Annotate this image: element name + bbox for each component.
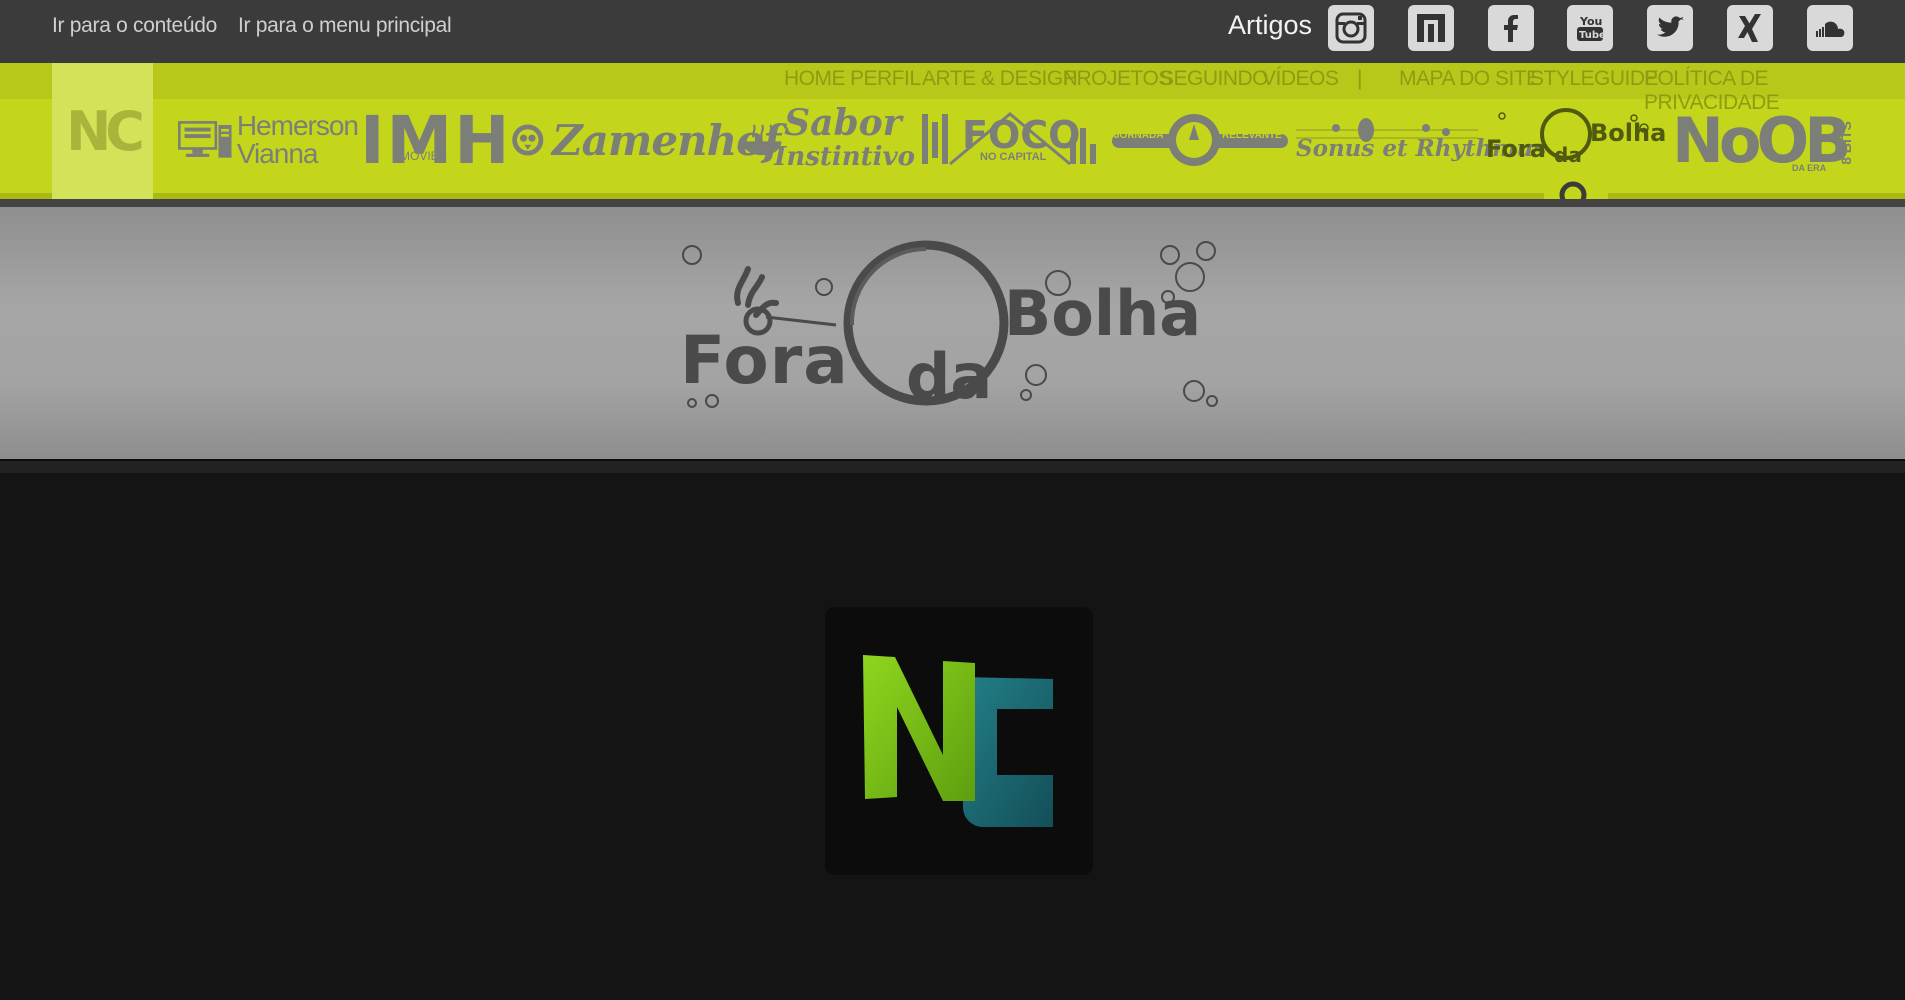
- menu-item-projetos[interactable]: PROJETOS: [1063, 67, 1172, 91]
- hero-logo-text: da: [906, 340, 993, 413]
- skip-to-content-link[interactable]: Ir para o conteúdo: [52, 14, 217, 38]
- project-logo-jornada-relevante[interactable]: JORNADA RELEVANTE: [1110, 105, 1290, 175]
- artigos-link[interactable]: Artigos: [1228, 10, 1312, 41]
- computer-icon: [178, 121, 232, 158]
- facebook-icon[interactable]: [1488, 5, 1534, 51]
- logo-text: IMH: [360, 101, 512, 179]
- project-logo-zamenhof[interactable]: Zamenhof: [552, 105, 781, 175]
- svg-text:Tube: Tube: [1579, 30, 1606, 41]
- logo-text: Vianna: [236, 138, 319, 169]
- project-logo-hemerson-vianna[interactable]: Hemerson Vianna: [178, 105, 359, 175]
- hero-logo-text: Bolha: [1004, 277, 1202, 350]
- twitter-icon[interactable]: [1647, 5, 1693, 51]
- project-logo-imh-movies[interactable]: IMH MOVIES: [360, 102, 545, 179]
- menu-separator: |: [1357, 67, 1362, 90]
- home-logo-text: NC: [66, 99, 145, 163]
- home-logo[interactable]: NC: [52, 63, 153, 199]
- soundcloud-icon[interactable]: [1807, 5, 1853, 51]
- logo-text: JORNADA: [1114, 130, 1164, 141]
- logo-text: Fora: [1486, 135, 1546, 163]
- youtube-icon[interactable]: You Tube: [1567, 5, 1613, 51]
- logo-text: 8 BITS: [1837, 121, 1854, 165]
- xing-icon[interactable]: [1727, 5, 1773, 51]
- menu-item-arte-design[interactable]: ARTE & DESIGN: [922, 67, 1078, 91]
- logo-text: da: [1554, 143, 1582, 167]
- n-icon[interactable]: [1408, 5, 1454, 51]
- hero-banner: Fora da Bolha: [0, 207, 1905, 459]
- logo-text: Instintivo: [774, 142, 915, 172]
- nc-logo: [825, 607, 1093, 875]
- project-logo-foco-no-capital[interactable]: FOCO NO CAPITAL: [920, 105, 1102, 175]
- menu-item-styleguide[interactable]: STYLEGUIDE: [1530, 67, 1659, 91]
- logo-text: Bolha: [1590, 119, 1667, 147]
- hero-divider: [0, 459, 1905, 473]
- skip-to-menu-link[interactable]: Ir para o menu principal: [238, 14, 452, 38]
- project-logo-sonus-et-rhythmus[interactable]: Sonus et Rhythmus: [1296, 105, 1546, 175]
- logo-text: Hemerson: [236, 110, 359, 141]
- project-logo-fora-da-bolha[interactable]: Fora da Bolha: [1484, 105, 1667, 175]
- menu-item-perfil[interactable]: PERFIL: [850, 67, 921, 91]
- project-logo-noob[interactable]: NoOB DA ERA 8 BITS: [1672, 104, 1857, 177]
- owl-icon: [512, 124, 544, 156]
- menu-item-videos[interactable]: VÍDEOS: [1262, 67, 1339, 91]
- band-divider: [0, 199, 1905, 207]
- project-logo-sabor-instintivo[interactable]: Sabor Instintivo: [740, 105, 915, 175]
- hero-logo-text: Fora: [680, 322, 849, 399]
- svg-text:You: You: [1579, 15, 1602, 28]
- menu-item-mapa-do-site[interactable]: MAPA DO SITE: [1399, 67, 1540, 91]
- instagram-icon[interactable]: [1328, 5, 1374, 51]
- logo-text: Sabor: [784, 102, 902, 144]
- logo-text: RELEVANTE: [1222, 130, 1282, 141]
- logo-text: MOVIES: [400, 149, 447, 163]
- menu-item-seguindo[interactable]: SEGUINDO: [1160, 67, 1269, 91]
- menu-item-home[interactable]: HOME: [784, 67, 846, 91]
- logo-text: DA ERA: [1792, 163, 1827, 173]
- logo-text: NO CAPITAL: [980, 151, 1047, 163]
- nc-logo-mark: [863, 655, 1053, 827]
